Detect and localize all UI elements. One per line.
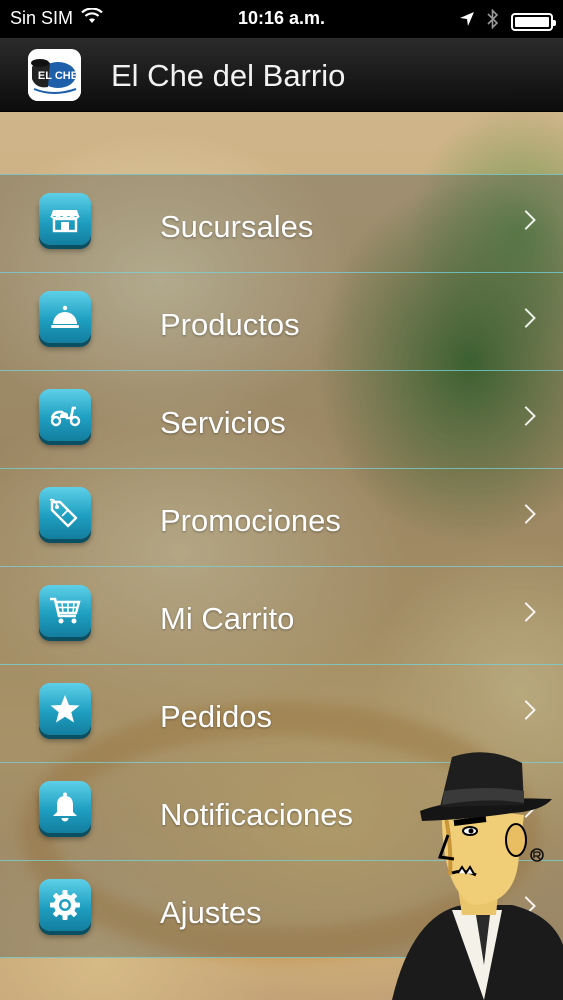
- chevron-right-icon: [516, 406, 536, 426]
- scooter-icon: [39, 389, 91, 441]
- menu-item-servicios[interactable]: Servicios: [0, 370, 563, 468]
- mascot-illustration: [392, 745, 563, 1000]
- serving-cloche-icon: [39, 291, 91, 343]
- menu-item-promociones[interactable]: Promociones: [0, 468, 563, 566]
- menu-label-sucursales: Sucursales: [160, 209, 314, 244]
- menu-item-sucursales[interactable]: Sucursales: [0, 174, 563, 272]
- menu-item-productos[interactable]: Productos: [0, 272, 563, 370]
- bluetooth-icon: [487, 8, 499, 34]
- bell-icon: [39, 781, 91, 833]
- menu-label-pedidos: Pedidos: [160, 699, 273, 734]
- gear-icon: [39, 879, 91, 931]
- star-icon: [39, 683, 91, 735]
- battery-icon: [511, 12, 556, 31]
- location-arrow-icon: [459, 11, 475, 32]
- menu-label-promociones: Promociones: [160, 503, 341, 538]
- chevron-right-icon: [516, 700, 536, 720]
- status-bar: Sin SIM 10:16 a.m.: [0, 0, 563, 38]
- menu-label-mi-carrito: Mi Carrito: [160, 601, 295, 636]
- storefront-icon: [39, 193, 91, 245]
- price-tag-icon: [39, 487, 91, 539]
- app-logo: EL CHE: [28, 49, 81, 101]
- chevron-right-icon: [516, 504, 536, 524]
- chevron-right-icon: [516, 210, 536, 230]
- menu-item-mi-carrito[interactable]: Mi Carrito: [0, 566, 563, 664]
- app-title: El Che del Barrio: [111, 58, 346, 93]
- menu-label-notificaciones: Notificaciones: [160, 797, 353, 832]
- shopping-cart-icon: [39, 585, 91, 637]
- menu-label-ajustes: Ajustes: [160, 895, 262, 930]
- nav-bar: EL CHE El Che del Barrio: [0, 38, 563, 112]
- menu-label-productos: Productos: [160, 307, 300, 342]
- logo-text: EL CHE: [38, 70, 78, 82]
- chevron-right-icon: [516, 308, 536, 328]
- chevron-right-icon: [516, 602, 536, 622]
- menu-label-servicios: Servicios: [160, 405, 286, 440]
